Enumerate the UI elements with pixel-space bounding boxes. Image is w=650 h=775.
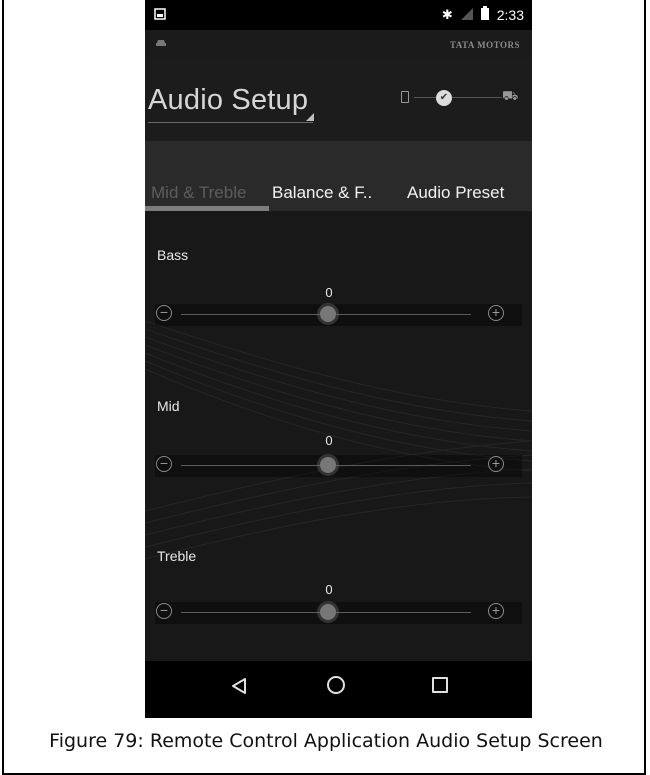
mid-decrease-icon[interactable]: − bbox=[156, 456, 172, 472]
dropdown-caret-icon[interactable] bbox=[306, 113, 314, 121]
treble-track-background bbox=[155, 602, 522, 624]
tab-audio-preset[interactable]: Audio Preset bbox=[407, 183, 504, 203]
treble-slider-thumb[interactable] bbox=[320, 604, 336, 620]
phone-icon bbox=[401, 91, 409, 103]
mode-switch[interactable]: ✔ ⛟ bbox=[390, 88, 525, 108]
title-bar: Audio Setup ✔ ⛟ bbox=[145, 58, 532, 141]
status-time: 2:33 bbox=[496, 6, 524, 23]
car-icon: ⛟ bbox=[502, 88, 519, 103]
treble-label: Treble bbox=[157, 548, 197, 564]
switch-track bbox=[414, 97, 502, 98]
bluetooth-icon: ✱ bbox=[441, 6, 453, 22]
bass-track-background bbox=[155, 304, 522, 326]
phone-screen: ✱ 2:33 TATA MOTORS Audio Setup ✔ ⛟ Mid &… bbox=[145, 0, 532, 718]
bass-value: 0 bbox=[325, 285, 333, 300]
page-title[interactable]: Audio Setup bbox=[148, 84, 308, 117]
mid-slider-thumb[interactable] bbox=[320, 457, 336, 473]
bass-slider-thumb[interactable] bbox=[320, 306, 336, 322]
background-waves bbox=[145, 320, 532, 560]
tab-balance-fader[interactable]: Balance & F.. bbox=[272, 183, 372, 203]
mid-track-background bbox=[155, 455, 522, 477]
car-logo-icon bbox=[155, 38, 167, 51]
status-bar: ✱ 2:33 bbox=[145, 0, 532, 30]
treble-value: 0 bbox=[325, 582, 333, 597]
treble-increase-icon[interactable]: + bbox=[488, 603, 504, 619]
recents-icon[interactable] bbox=[432, 677, 448, 693]
image-notification-icon bbox=[154, 7, 166, 23]
brand-bar: TATA MOTORS bbox=[145, 30, 532, 58]
navigation-bar bbox=[145, 661, 532, 718]
equalizer-panel: Bass 0 − + Mid 0 − + Treble 0 − + bbox=[145, 211, 532, 661]
battery-icon bbox=[480, 6, 489, 23]
back-icon[interactable] bbox=[231, 677, 247, 700]
mid-label: Mid bbox=[157, 398, 180, 414]
figure-caption: Figure 79: Remote Control Application Au… bbox=[49, 730, 603, 752]
title-underline bbox=[148, 122, 313, 123]
mid-increase-icon[interactable]: + bbox=[488, 456, 504, 472]
bass-decrease-icon[interactable]: − bbox=[156, 305, 172, 321]
mid-value: 0 bbox=[325, 433, 333, 448]
home-icon[interactable] bbox=[327, 676, 345, 694]
brand-logo: TATA MOTORS bbox=[449, 40, 520, 50]
figure-frame: ✱ 2:33 TATA MOTORS Audio Setup ✔ ⛟ Mid &… bbox=[2, 0, 646, 775]
check-icon[interactable]: ✔ bbox=[436, 90, 452, 106]
bass-label: Bass bbox=[157, 247, 189, 263]
treble-decrease-icon[interactable]: − bbox=[156, 603, 172, 619]
bass-increase-icon[interactable]: + bbox=[488, 305, 504, 321]
signal-icon bbox=[460, 7, 473, 23]
tab-mid-treble[interactable]: Mid & Treble bbox=[151, 183, 273, 203]
tab-bar: Mid & Treble Balance & F.. Audio Preset bbox=[145, 141, 532, 211]
